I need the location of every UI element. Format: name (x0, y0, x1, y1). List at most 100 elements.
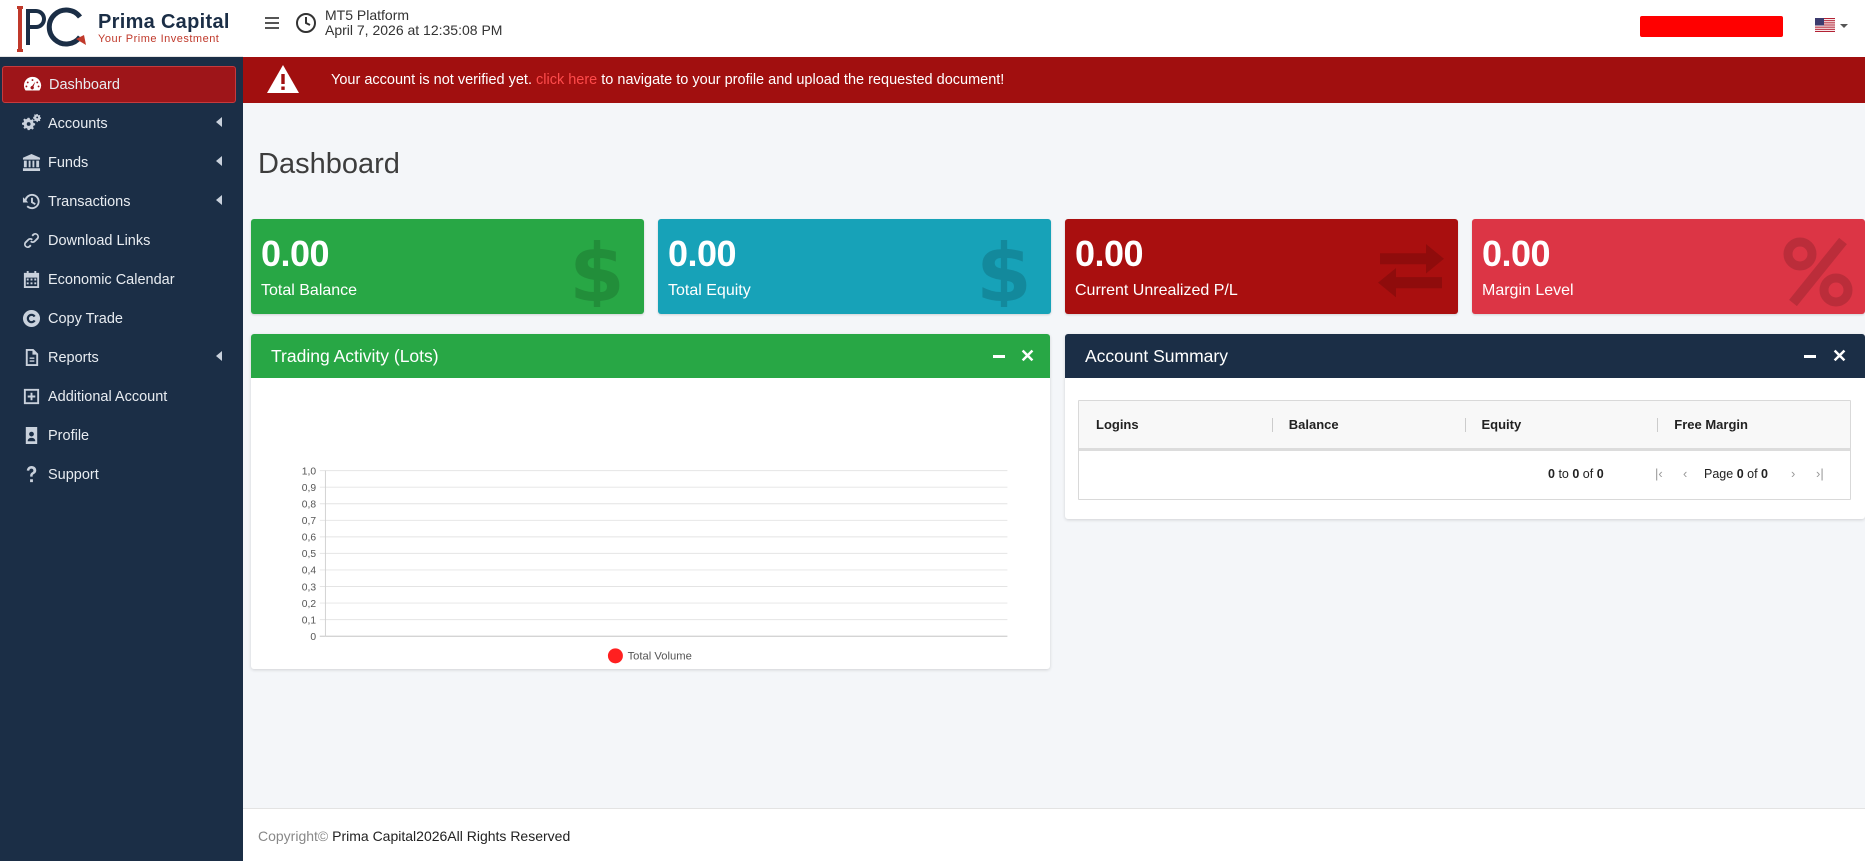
column-header-logins[interactable]: Logins (1079, 401, 1272, 448)
sidebar-item-funds[interactable]: Funds (2, 144, 236, 181)
cogs-icon (20, 114, 42, 134)
sidebar-item-label: Transactions (48, 193, 131, 210)
tachometer-icon (21, 75, 43, 95)
clock-icon (295, 12, 317, 34)
brand-name: Prima Capital (98, 10, 230, 33)
sidebar-item-support[interactable]: Support (2, 456, 236, 493)
y-tick-label: 0,8 (302, 499, 317, 510)
brand-logo (14, 3, 94, 53)
next-page-icon[interactable]: › (1791, 466, 1795, 481)
account-summary-card: Account Summary ✕ Logins Balance Equity … (1065, 334, 1865, 519)
last-page-icon[interactable]: ›| (1816, 466, 1824, 481)
sidebar-item-download-links[interactable]: Download Links (2, 222, 236, 259)
language-caret-icon[interactable] (1840, 24, 1848, 28)
legend-label[interactable]: Total Volume (628, 651, 692, 663)
trading-chart: 1,0 0,9 0,8 0,7 0,6 0,5 0,4 0,3 0,2 0,1 0 Total Vol… (251, 378, 1050, 668)
minimize-icon[interactable] (993, 355, 1005, 358)
card-title: Trading Activity (Lots) (271, 345, 439, 366)
us-flag-icon[interactable] (1815, 18, 1835, 32)
sidebar-item-transactions[interactable]: Transactions (2, 183, 236, 220)
sidebar-item-label: Reports (48, 349, 99, 366)
dollar-icon: $ (562, 227, 632, 314)
y-tick-label: 0,1 (302, 615, 317, 626)
sidebar-item-label: Additional Account (48, 388, 168, 405)
y-tick-label: 1,0 (302, 466, 317, 477)
copy-trade-icon (20, 309, 42, 329)
stat-label: Current Unrealized P/L (1075, 282, 1238, 299)
stat-label: Total Equity (668, 282, 751, 299)
sidebar-item-label: Profile (48, 427, 90, 444)
footer: Copyright© Prima Capital2026All Rights R… (243, 808, 1865, 861)
column-header-free-margin[interactable]: Free Margin (1657, 401, 1850, 448)
brand[interactable]: Prima Capital Your Prime Investment (0, 0, 243, 57)
card-header: Account Summary ✕ (1065, 334, 1865, 378)
page-indicator: Page 0 of 0 (1704, 467, 1768, 481)
id-card-icon (20, 426, 42, 446)
card-header: Trading Activity (Lots) ✕ (251, 334, 1050, 378)
stat-label: Total Balance (261, 282, 358, 299)
stat-unrealized-pl: 0.00 Current Unrealized P/L (1065, 219, 1458, 314)
y-tick-label: 0,5 (302, 549, 317, 560)
exchange-icon (1376, 237, 1446, 307)
sidebar-item-accounts[interactable]: Accounts (2, 105, 236, 142)
sidebar-item-economic-calendar[interactable]: Economic Calendar (2, 261, 236, 298)
caret-left-icon (216, 351, 222, 361)
close-icon[interactable]: ✕ (1832, 347, 1847, 365)
sidebar-item-copy-trade[interactable]: Copy Trade (2, 300, 236, 337)
y-tick-label: 0 (310, 632, 316, 643)
sidebar-item-label: Dashboard (49, 76, 120, 93)
topbar: MT5 Platform April 7, 2026 at 12:35:08 P… (243, 0, 1865, 57)
file-icon (20, 348, 42, 368)
current-datetime: April 7, 2026 at 12:35:08 PM (325, 22, 503, 38)
page-title: Dashboard (258, 148, 400, 180)
account-grid: Logins Balance Equity Free Margin 0 to 0… (1078, 400, 1851, 500)
card-title: Account Summary (1085, 345, 1228, 366)
stat-value: 0.00 (261, 233, 330, 274)
profile-link[interactable]: click here (536, 72, 597, 88)
bank-icon (20, 153, 42, 173)
column-header-balance[interactable]: Balance (1271, 401, 1465, 448)
y-tick-label: 0,2 (302, 599, 317, 610)
sidebar-item-profile[interactable]: Profile (2, 417, 236, 454)
close-icon[interactable]: ✕ (1020, 347, 1035, 365)
prev-page-icon[interactable]: ‹ (1683, 466, 1687, 481)
sidebar: Prima Capital Your Prime Investment Dash… (0, 0, 243, 861)
user-menu-button[interactable] (1640, 16, 1783, 37)
y-tick-label: 0,4 (302, 566, 317, 577)
grid-pagination: 0 to 0 of 0 |‹ ‹ Page 0 of 0 › ›| (1079, 451, 1850, 498)
trading-activity-card: Trading Activity (Lots) ✕ 1,0 0,9 0,8 0,7 0,… (251, 334, 1050, 669)
column-header-equity[interactable]: Equity (1464, 401, 1658, 448)
svg-text:$: $ (976, 237, 1032, 307)
dollar-icon: $ (969, 227, 1039, 314)
row-count-summary: 0 to 0 of 0 (1548, 467, 1604, 481)
sidebar-item-label: Funds (48, 154, 89, 171)
y-tick-label: 0,3 (302, 582, 317, 593)
verification-alert: Your account is not verified yet. click … (243, 57, 1865, 103)
stat-value: 0.00 (668, 233, 737, 274)
sidebar-nav: Dashboard Accounts Funds Transactions Do… (0, 57, 243, 493)
y-tick-label: 0,6 (302, 533, 317, 544)
first-page-icon[interactable]: |‹ (1655, 466, 1663, 481)
copyright-owner: Prima Capital2026All Rights Reserved (332, 828, 571, 844)
sidebar-item-label: Accounts (48, 115, 108, 132)
sidebar-item-dashboard[interactable]: Dashboard (2, 66, 236, 103)
sidebar-item-label: Copy Trade (48, 310, 123, 327)
sidebar-item-reports[interactable]: Reports (2, 339, 236, 376)
history-icon (20, 192, 42, 212)
warning-icon (266, 64, 300, 94)
y-tick-label: 0,7 (302, 516, 317, 527)
stat-total-balance: 0.00 Total Balance $ (251, 219, 644, 314)
legend-marker[interactable] (607, 648, 623, 664)
caret-left-icon (216, 117, 222, 127)
grid-header: Logins Balance Equity Free Margin (1079, 401, 1850, 451)
minimize-icon[interactable] (1804, 355, 1816, 358)
menu-toggle-icon[interactable] (265, 17, 279, 31)
sidebar-item-additional-account[interactable]: Additional Account (2, 378, 236, 415)
alert-text-before: Your account is not verified yet. (331, 72, 532, 88)
link-icon (20, 231, 42, 251)
brand-tagline: Your Prime Investment (98, 32, 220, 45)
svg-text:$: $ (569, 237, 625, 307)
caret-left-icon (216, 195, 222, 205)
calendar-icon (20, 270, 42, 290)
platform-name: MT5 Platform (325, 7, 410, 23)
